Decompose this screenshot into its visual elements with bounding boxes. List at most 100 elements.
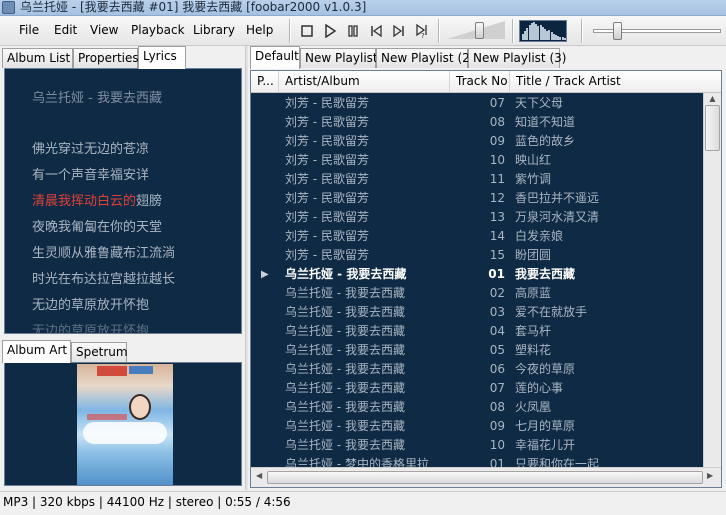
- track-title: 映山红: [515, 153, 552, 167]
- track-row[interactable]: 乌兰托娅 - 梦中的香格里拉 01 只要和你在一起: [251, 455, 703, 467]
- track-title: 知道不知道: [515, 115, 576, 129]
- toolbar-separator: [512, 19, 513, 43]
- scroll-thumb[interactable]: [705, 105, 720, 151]
- track-title: 火凤凰: [515, 400, 552, 414]
- pause-button[interactable]: [343, 21, 363, 41]
- track-row[interactable]: 乌兰托娅 - 我要去西藏 10 幸福花儿开: [251, 436, 703, 455]
- column-track-no[interactable]: Track No: [450, 71, 510, 92]
- lyric-unsung-part: 翅膀: [136, 194, 163, 209]
- playlist-view: P... Artist/Album Track No Title / Track…: [250, 70, 722, 488]
- track-artist-album: 乌兰托娅 - 我要去西藏: [285, 400, 405, 414]
- track-row[interactable]: 刘芳 - 民歌留芳 15 盼团圆: [251, 246, 703, 265]
- random-icon: ?: [416, 23, 427, 39]
- tab-playlist-default[interactable]: Default: [250, 46, 300, 69]
- track-artist-album: 乌兰托娅 - 梦中的香格里拉: [285, 457, 429, 467]
- track-row[interactable]: 乌兰托娅 - 我要去西藏 08 火凤凰: [251, 398, 703, 417]
- menu-view[interactable]: View: [90, 23, 118, 37]
- playlist-horizontal-scrollbar[interactable]: ◀ ▶: [251, 467, 721, 487]
- track-number: 07: [489, 96, 505, 110]
- track-row[interactable]: 乌兰托娅 - 我要去西藏 09 七月的草原: [251, 417, 703, 436]
- track-title: 今夜的草原: [515, 362, 576, 376]
- scroll-thumb[interactable]: [267, 471, 703, 484]
- tab-lyrics[interactable]: Lyrics: [138, 46, 186, 69]
- track-row[interactable]: 刘芳 - 民歌留芳 07 天下父母: [251, 94, 703, 113]
- track-artist-album: 乌兰托娅 - 我要去西藏: [285, 381, 405, 395]
- track-row[interactable]: 乌兰托娅 - 我要去西藏 06 今夜的草原: [251, 360, 703, 379]
- playlist-vertical-scrollbar[interactable]: ▲: [703, 93, 721, 467]
- tab-spectrum[interactable]: Spetrum: [71, 342, 128, 362]
- column-artist-album[interactable]: Artist/Album: [279, 71, 450, 92]
- spectrum-visualizer: [519, 20, 567, 42]
- tab-album-list[interactable]: Album List: [2, 48, 73, 68]
- track-row[interactable]: 乌兰托娅 - 我要去西藏 02 高原蓝: [251, 284, 703, 303]
- previous-button[interactable]: [366, 21, 386, 41]
- track-row[interactable]: 乌兰托娅 - 我要去西藏 05 塑料花: [251, 341, 703, 360]
- play-icon: [325, 24, 337, 38]
- track-number: 08: [489, 400, 505, 414]
- pause-icon: [348, 25, 358, 37]
- track-row[interactable]: 乌兰托娅 - 我要去西藏 03 爱不在就放手: [251, 303, 703, 322]
- track-number: 09: [489, 419, 505, 433]
- lyrics-song-title: 乌兰托娅 - 我要去西藏: [32, 91, 162, 106]
- menu-toolbar-row: File Edit View Playback Library Help ?: [0, 16, 726, 46]
- track-row[interactable]: 刘芳 - 民歌留芳 12 香巴拉并不遥远: [251, 189, 703, 208]
- track-row[interactable]: 乌兰托娅 - 我要去西藏 04 套马杆: [251, 322, 703, 341]
- volume-knob[interactable]: [475, 22, 484, 39]
- track-title: 塑料花: [515, 343, 552, 357]
- track-row[interactable]: 刘芳 - 民歌留芳 11 紫竹调: [251, 170, 703, 189]
- tab-properties[interactable]: Properties: [73, 48, 139, 68]
- track-title: 七月的草原: [515, 419, 576, 433]
- track-title: 只要和你在一起: [515, 457, 600, 467]
- seek-knob[interactable]: [613, 22, 622, 40]
- volume-slider[interactable]: [447, 21, 507, 41]
- scroll-left-icon[interactable]: ◀: [256, 471, 262, 480]
- track-row-playing[interactable]: ▶ 乌兰托娅 - 我要去西藏 01 我要去西藏: [251, 265, 703, 284]
- menu-help[interactable]: Help: [246, 23, 273, 37]
- column-title[interactable]: Title / Track Artist: [510, 71, 703, 92]
- tab-playlist-new[interactable]: New Playlist: [300, 48, 378, 68]
- track-artist-album: 刘芳 - 民歌留芳: [285, 115, 369, 129]
- track-row[interactable]: 刘芳 - 民歌留芳 08 知道不知道: [251, 113, 703, 132]
- track-number: 06: [489, 362, 505, 376]
- stop-icon: [301, 25, 313, 37]
- menu-file[interactable]: File: [19, 23, 39, 37]
- track-row[interactable]: 刘芳 - 民歌留芳 09 蓝色的故乡: [251, 132, 703, 151]
- next-button[interactable]: [389, 21, 409, 41]
- menu-library[interactable]: Library: [193, 23, 235, 37]
- scroll-up-icon[interactable]: ▲: [704, 93, 721, 105]
- menu-playback[interactable]: Playback: [131, 23, 185, 37]
- album-cover-image: [77, 364, 173, 485]
- lyric-line: 生灵顺从雅鲁藏布江流淌: [32, 246, 176, 261]
- lyric-line: 时光在布达拉宫越拉越长: [32, 272, 176, 287]
- track-number: 11: [489, 172, 505, 186]
- column-playing[interactable]: P...: [251, 71, 279, 92]
- track-number: 13: [489, 210, 505, 224]
- tab-playlist-new-2[interactable]: New Playlist (2): [376, 48, 474, 68]
- track-artist-album: 刘芳 - 民歌留芳: [285, 248, 369, 262]
- track-row[interactable]: 乌兰托娅 - 我要去西藏 07 莲的心事: [251, 379, 703, 398]
- track-row[interactable]: 刘芳 - 民歌留芳 10 映山红: [251, 151, 703, 170]
- track-number: 01: [489, 457, 505, 467]
- lyric-line: 夜晚我匍匐在你的天堂: [32, 220, 163, 235]
- random-button[interactable]: ?: [412, 21, 432, 41]
- now-playing-indicator-icon: ▶: [261, 269, 269, 280]
- track-artist-album: 刘芳 - 民歌留芳: [285, 153, 369, 167]
- track-title: 高原蓝: [515, 286, 552, 300]
- play-button[interactable]: [320, 21, 340, 41]
- track-artist-album: 乌兰托娅 - 我要去西藏: [285, 267, 407, 281]
- track-row[interactable]: 刘芳 - 民歌留芳 13 万泉河水清又清: [251, 208, 703, 227]
- playlist-rows: 刘芳 - 民歌留芳 07 天下父母 刘芳 - 民歌留芳 08 知道不知道 刘芳 - 民歌留芳…: [251, 93, 703, 467]
- track-title: 盼团圆: [515, 248, 552, 262]
- track-row[interactable]: 刘芳 - 民歌留芳 14 白发亲娘: [251, 227, 703, 246]
- tab-album-art[interactable]: Album Art: [2, 340, 71, 363]
- track-title: 白发亲娘: [515, 229, 564, 243]
- track-number: 03: [489, 305, 505, 319]
- panel-splitter[interactable]: [245, 46, 248, 490]
- menu-edit[interactable]: Edit: [54, 23, 77, 37]
- track-artist-album: 刘芳 - 民歌留芳: [285, 229, 369, 243]
- tab-playlist-new-3[interactable]: New Playlist (3): [468, 48, 566, 68]
- stop-button[interactable]: [297, 21, 317, 41]
- scroll-right-icon[interactable]: ▶: [707, 471, 713, 480]
- toolbar-separator: [438, 19, 439, 43]
- seek-bar[interactable]: [593, 22, 721, 40]
